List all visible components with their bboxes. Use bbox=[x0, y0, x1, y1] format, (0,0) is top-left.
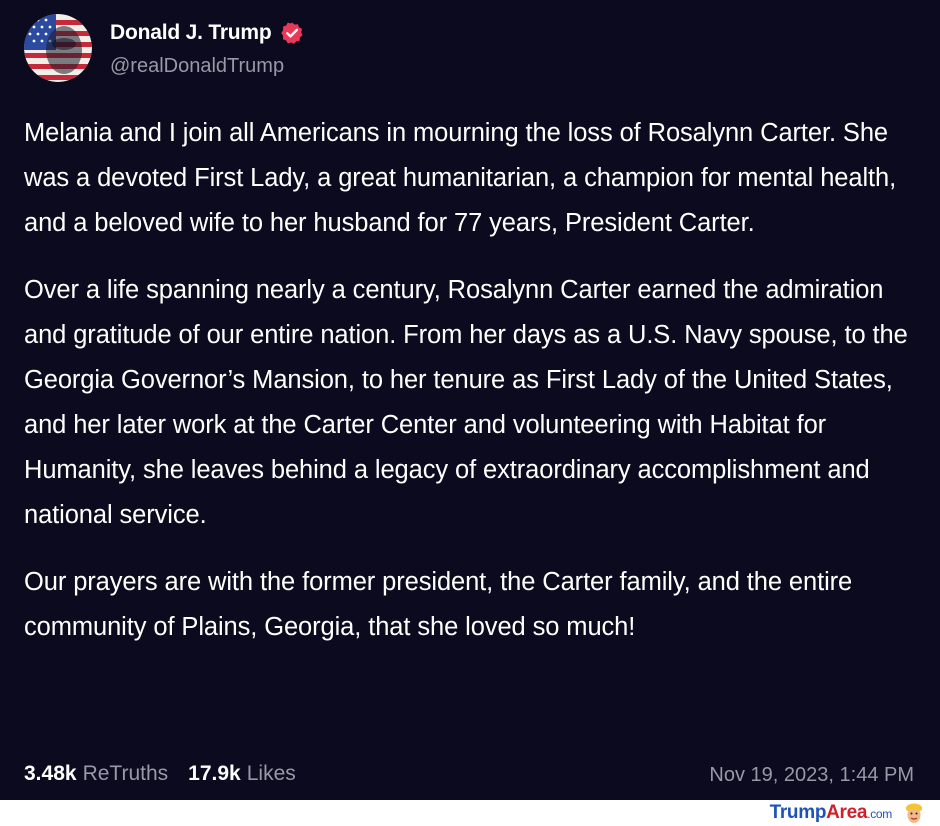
watermark-part-1: Trump bbox=[769, 802, 827, 823]
author-display-name[interactable]: Donald J. Trump bbox=[110, 21, 272, 45]
post-timestamp[interactable]: Nov 19, 2023, 1:44 PM bbox=[709, 764, 914, 787]
avatar[interactable] bbox=[24, 14, 92, 82]
likes-label[interactable]: Likes bbox=[247, 762, 296, 786]
post-paragraph: Our prayers are with the former presiden… bbox=[24, 568, 853, 641]
post-paragraph: Melania and I join all Americans in mour… bbox=[24, 119, 897, 237]
retruths-count[interactable]: 3.48k bbox=[24, 762, 77, 786]
avatar-flag-face-image bbox=[24, 14, 92, 82]
verified-badge-icon bbox=[280, 22, 303, 44]
likes-count[interactable]: 17.9k bbox=[188, 762, 241, 786]
trump-cartoon-icon bbox=[906, 803, 922, 823]
retruths-label[interactable]: ReTruths bbox=[83, 762, 169, 786]
post-paragraph: Over a life spanning nearly a century, R… bbox=[24, 276, 908, 529]
truth-post: Donald J. Trump @realDonaldTrump Melania… bbox=[0, 0, 940, 800]
watermark-part-3: .com bbox=[867, 807, 892, 821]
post-stats: 3.48k ReTruths 17.9k Likes bbox=[24, 762, 296, 786]
watermark-bar: TrumpArea.com bbox=[0, 800, 940, 826]
post-body: Melania and I join all Americans in mour… bbox=[24, 111, 924, 672]
watermark-part-2: Area bbox=[826, 802, 868, 823]
author-handle[interactable]: @realDonaldTrump bbox=[110, 55, 284, 78]
watermark-logo: TrumpArea.com bbox=[769, 802, 893, 824]
author-name-row: Donald J. Trump bbox=[110, 18, 304, 48]
